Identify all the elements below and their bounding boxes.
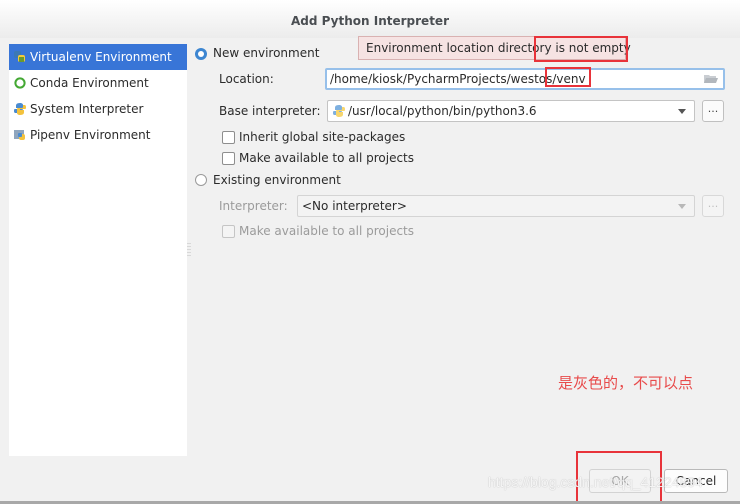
existing-interpreter-value: <No interpreter> (302, 199, 407, 213)
sidebar-item-conda[interactable]: Conda Environment (9, 70, 187, 96)
inherit-site-packages-label: Inherit global site-packages (239, 130, 406, 144)
base-interpreter-dropdown[interactable]: /usr/local/python/bin/python3.6 (327, 100, 695, 122)
virtualenv-icon (14, 51, 25, 62)
base-interpreter-browse-button[interactable]: ... (702, 100, 724, 122)
chevron-down-icon (678, 109, 686, 114)
sidebar-item-pipenv[interactable]: Pipenv Environment (9, 122, 187, 148)
python-icon (333, 105, 345, 117)
existing-interpreter-browse-button[interactable]: ... (702, 195, 724, 217)
interpreter-type-list[interactable]: Virtualenv Environment Conda Environment… (9, 44, 187, 456)
new-environment-radio[interactable] (195, 48, 207, 60)
make-available-checkbox[interactable] (222, 152, 235, 165)
pipenv-icon (14, 130, 25, 140)
sidebar-item-label: Conda Environment (30, 76, 149, 90)
existing-environment-label: Existing environment (213, 173, 341, 187)
existing-environment-radio[interactable] (195, 174, 207, 186)
location-label: Location: (219, 72, 274, 86)
watermark: https://blog.csdn.net/qq_41224894 (488, 474, 703, 490)
location-value: /home/kiosk/PycharmProjects/westos/venv (330, 72, 586, 86)
existing-make-available-label: Make available to all projects (239, 224, 415, 238)
sidebar-item-virtualenv[interactable]: Virtualenv Environment (9, 44, 187, 70)
sidebar-item-label: System Interpreter (30, 102, 144, 116)
sidebar-item-system-interpreter[interactable]: System Interpreter (9, 96, 187, 122)
inherit-site-packages-checkbox[interactable] (222, 131, 235, 144)
make-available-label: Make available to all projects (239, 151, 415, 165)
chevron-down-icon (678, 204, 686, 209)
sidebar-item-label: Pipenv Environment (30, 128, 151, 142)
splitter-handle[interactable] (187, 243, 191, 257)
location-input[interactable]: /home/kiosk/PycharmProjects/westos/venv (325, 68, 725, 90)
dialog-title: Add Python Interpreter (0, 0, 740, 38)
new-environment-label: New environment (213, 46, 320, 60)
folder-icon[interactable] (704, 74, 718, 84)
base-interpreter-label: Base interpreter: (219, 104, 321, 118)
annotation-text: 是灰色的，不可以点 (558, 374, 694, 392)
existing-make-available-checkbox[interactable] (222, 225, 235, 238)
error-tooltip: Environment location directory is not em… (358, 36, 631, 60)
base-interpreter-value: /usr/local/python/bin/python3.6 (348, 104, 537, 118)
sidebar-item-label: Virtualenv Environment (30, 50, 172, 64)
existing-interpreter-dropdown[interactable]: <No interpreter> (297, 195, 695, 217)
python-icon (14, 103, 26, 115)
interpreter-label: Interpreter: (219, 199, 288, 213)
conda-icon (14, 77, 26, 89)
